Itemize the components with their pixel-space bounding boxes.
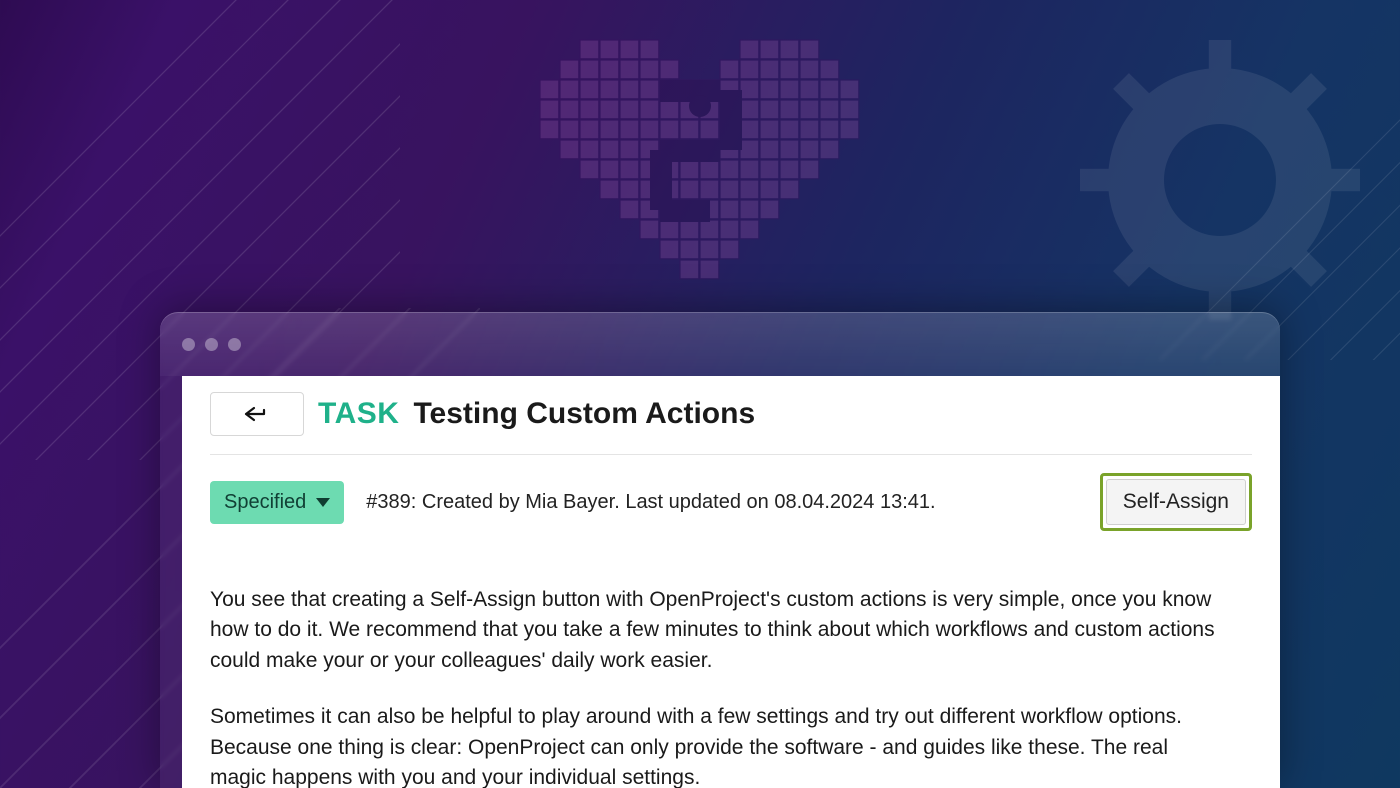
self-assign-button[interactable]: Self-Assign [1106, 479, 1246, 525]
description-paragraph-1: You see that creating a Self-Assign butt… [210, 585, 1220, 676]
window-minimize-dot[interactable] [205, 338, 218, 351]
status-dropdown[interactable]: Specified [210, 481, 344, 524]
gear-icon [1080, 40, 1360, 320]
header-divider [210, 454, 1252, 455]
work-package-header: TASK Testing Custom Actions [210, 392, 1252, 454]
work-package-title[interactable]: Testing Custom Actions [413, 397, 755, 431]
status-label: Specified [224, 491, 306, 514]
back-arrow-icon [244, 405, 270, 423]
work-package-type: TASK [318, 397, 399, 431]
window-titlebar [160, 312, 1280, 376]
work-package-description: You see that creating a Self-Assign butt… [210, 585, 1252, 788]
self-assign-highlight: Self-Assign [1100, 473, 1252, 531]
back-button[interactable] [210, 392, 304, 436]
chevron-down-icon [316, 498, 330, 507]
window-zoom-dot[interactable] [228, 338, 241, 351]
work-package-meta-row: Specified #389: Created by Mia Bayer. La… [210, 473, 1252, 531]
window-close-dot[interactable] [182, 338, 195, 351]
app-window: TASK Testing Custom Actions Specified #3… [160, 312, 1280, 788]
openproject-heart-logo [480, 20, 920, 320]
description-paragraph-2: Sometimes it can also be helpful to play… [210, 702, 1220, 788]
work-package-meta-text: #389: Created by Mia Bayer. Last updated… [366, 491, 935, 514]
work-package-view: TASK Testing Custom Actions Specified #3… [182, 376, 1280, 788]
